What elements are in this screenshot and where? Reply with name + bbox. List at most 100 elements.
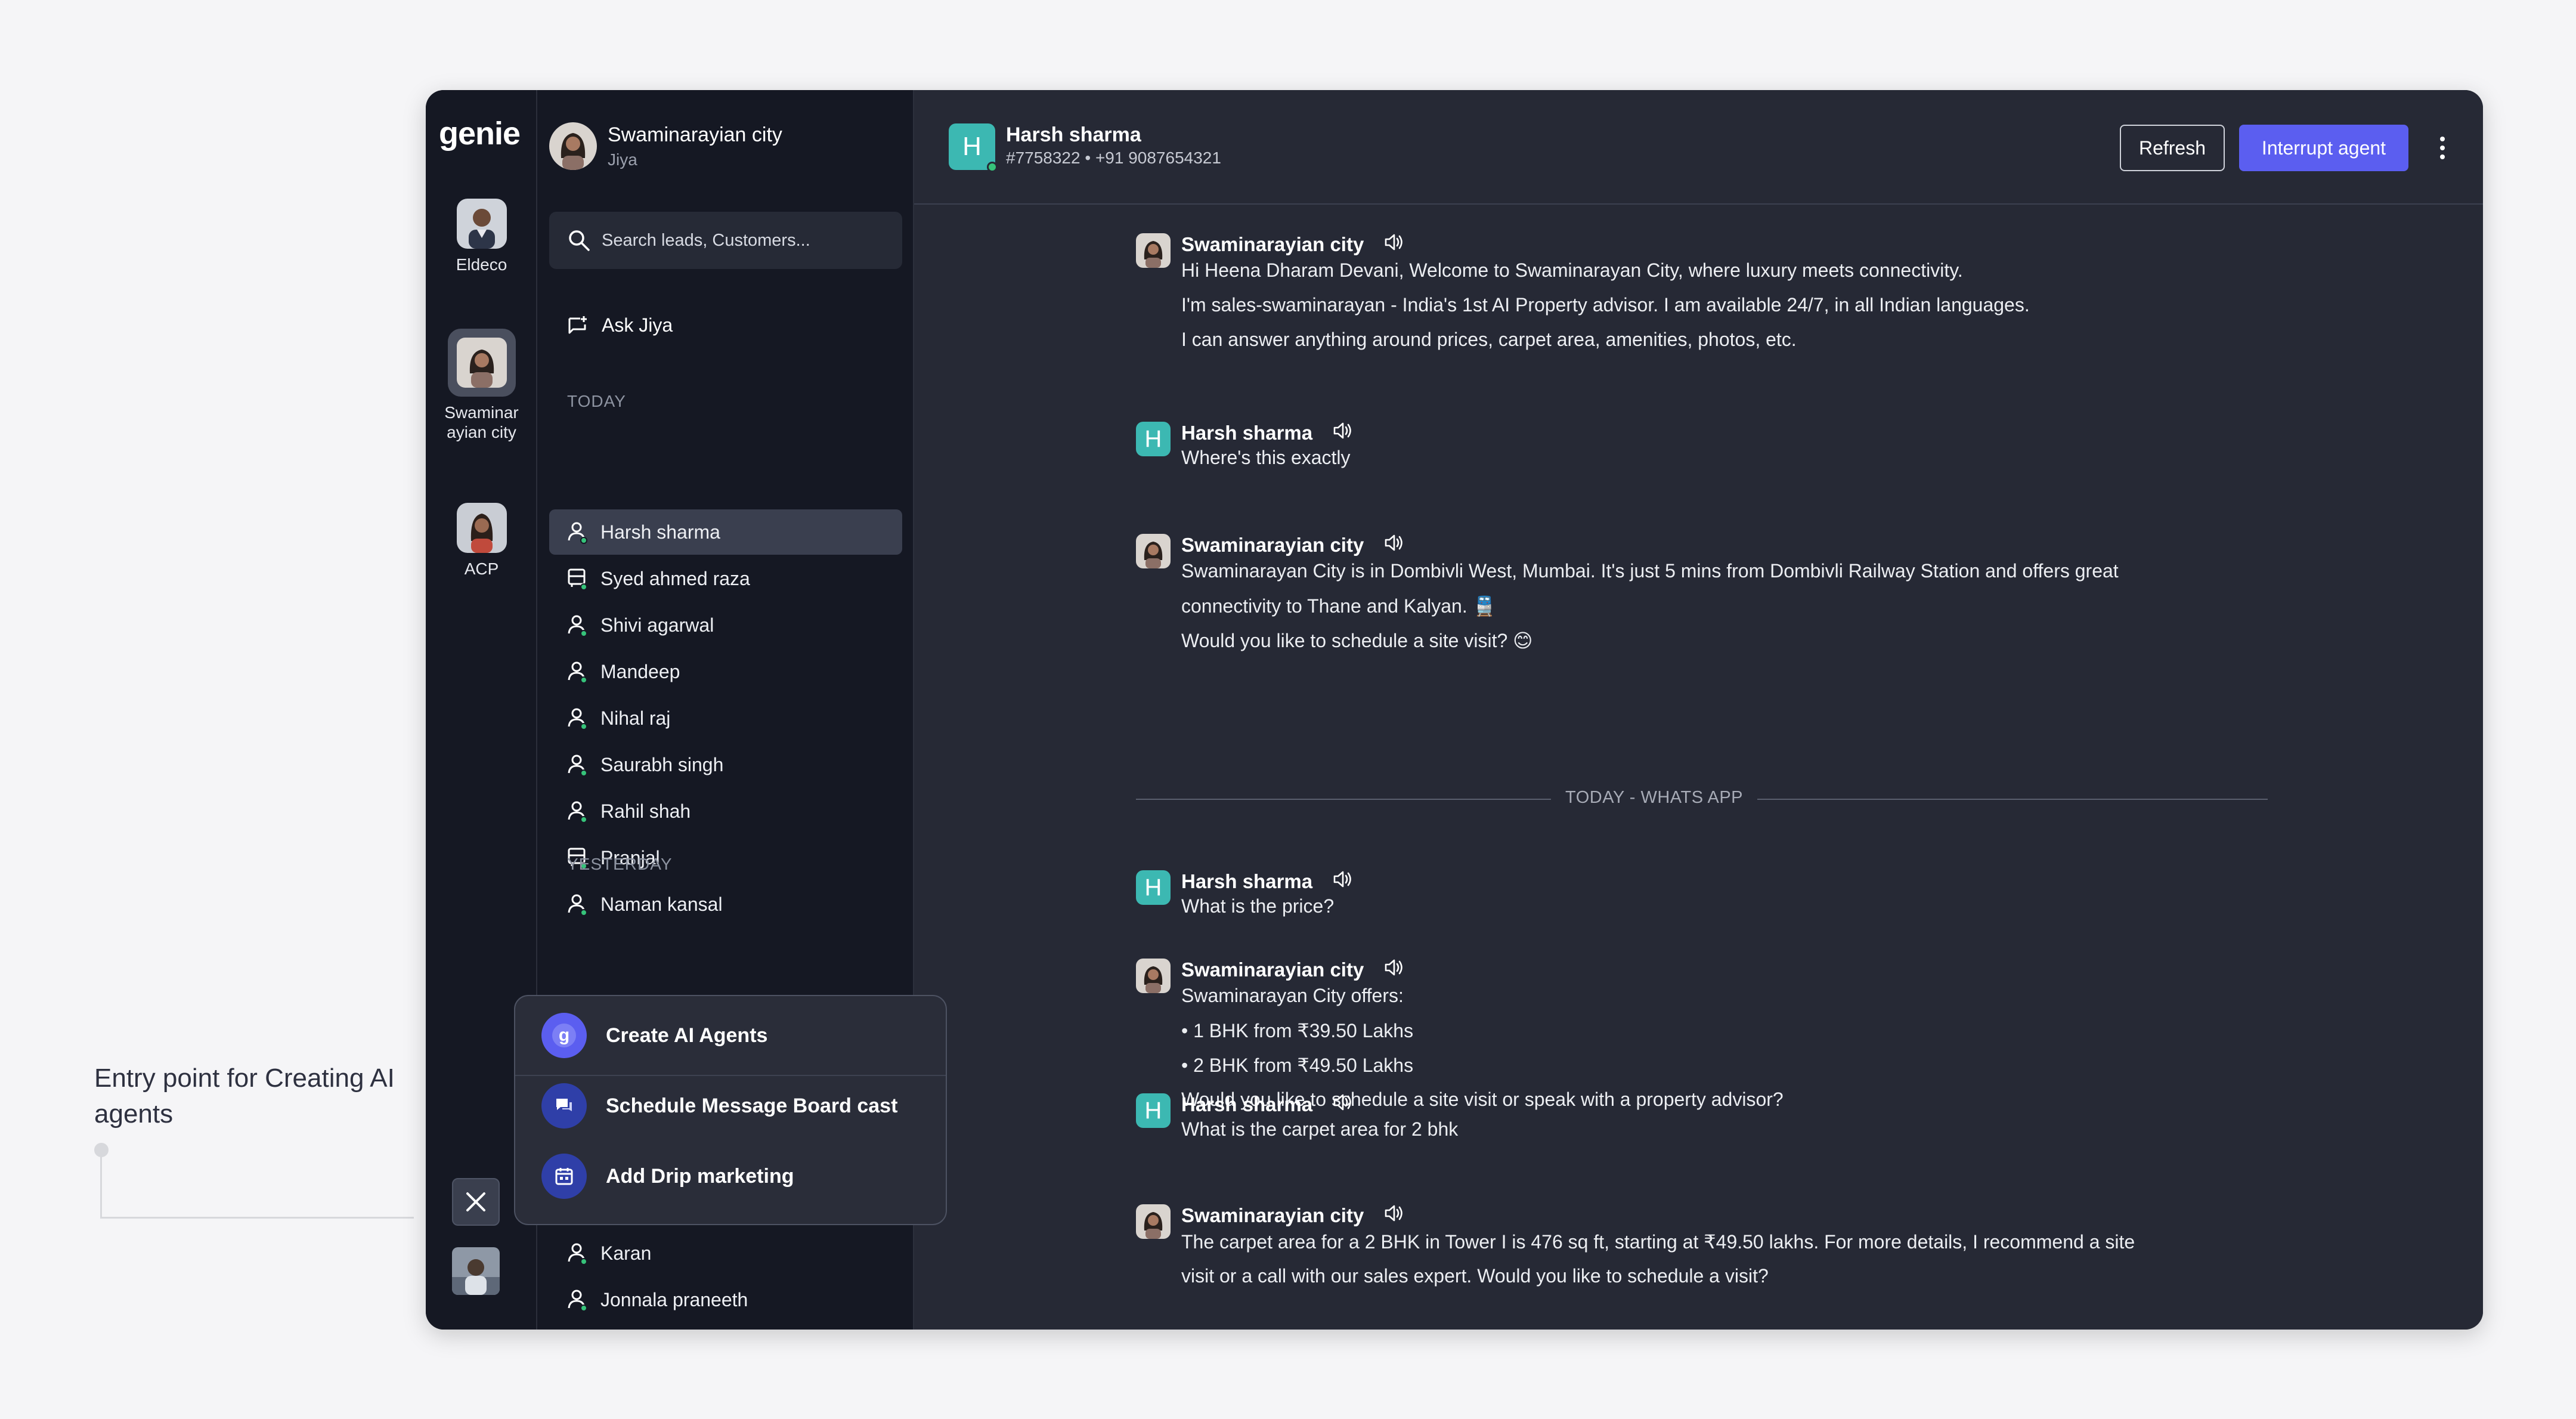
search-icon [569, 230, 590, 251]
lead-name: Shivi agarwal [600, 614, 714, 636]
message-text: Swaminarayan City is in Dombivli West, M… [1181, 560, 2119, 582]
lead-item[interactable]: Naman kansal [549, 882, 902, 927]
chat-panel: H Harsh sharma #7758322 • +91 9087654321… [914, 90, 2483, 1330]
message-text: visit or a call with our sales expert. W… [1181, 1265, 1769, 1287]
avatar [1136, 534, 1171, 568]
rail-agent-swaminarayian[interactable]: Swaminar ayian city [426, 329, 537, 442]
ask-agent-label: Ask Jiya [602, 314, 673, 336]
agent-sub: Jiya [608, 150, 637, 169]
user-icon [567, 800, 587, 823]
menu-divider [515, 1075, 946, 1076]
speaker-icon[interactable] [1373, 1204, 1404, 1227]
user-icon [567, 754, 587, 777]
lead-item[interactable]: Nihal raj [549, 695, 902, 741]
bus-icon [567, 568, 587, 591]
interrupt-agent-button[interactable]: Interrupt agent [2239, 125, 2408, 171]
user-avatar[interactable] [452, 1247, 500, 1295]
online-indicator [987, 162, 998, 172]
contact-meta: #7758322 • +91 9087654321 [1006, 149, 1221, 167]
speaker-icon[interactable] [1322, 870, 1353, 893]
message-text: • 2 BHK from ₹49.50 Lakhs [1181, 1055, 1414, 1076]
menu-item-label: Create AI Agents [606, 1024, 768, 1047]
avatar [1136, 1204, 1171, 1239]
menu-item-label: Add Drip marketing [606, 1164, 794, 1188]
rail-agent-label: ACP [464, 559, 499, 578]
avatar [456, 503, 507, 553]
agent-header[interactable]: Swaminarayian city Jiya [549, 122, 782, 170]
lead-name: Syed ahmed raza [600, 567, 750, 589]
lead-name: Naman kansal [600, 893, 723, 915]
speaker-icon[interactable] [1322, 1093, 1353, 1116]
rail-agent-eldeco[interactable]: Eldeco [426, 199, 537, 274]
message-sender: Swaminarayian city [1181, 534, 1404, 557]
avatar [1136, 959, 1171, 993]
refresh-button[interactable]: Refresh [2120, 125, 2225, 171]
lead-name: Mandeep [600, 660, 680, 682]
schedule-broadcast-item[interactable]: Schedule Message Board cast [541, 1083, 897, 1129]
lead-name: Nihal raj [600, 707, 671, 729]
message-text: Would you like to schedule a site visit?… [1181, 630, 1533, 651]
lead-item[interactable]: Harsh sharma [549, 509, 902, 555]
message-sender: Swaminarayian city [1181, 1204, 1404, 1227]
chat-icon [541, 1083, 587, 1129]
annotation-text: Entry point for Creating AI agents [94, 1064, 395, 1129]
genie-g-icon: g [541, 1013, 587, 1058]
message-sender: Swaminarayian city [1181, 959, 1404, 981]
avatar [447, 329, 516, 397]
message-text: I can answer anything around prices, car… [1181, 329, 1797, 350]
lead-name: Karan [600, 1242, 652, 1264]
message-text: What is the price? [1181, 895, 1335, 917]
message-text: Swaminarayan City offers: [1181, 985, 1404, 1006]
lead-item[interactable]: Saurabh singh [549, 742, 902, 787]
annotation-line [100, 1217, 414, 1219]
speaker-icon[interactable] [1373, 534, 1404, 557]
search-input[interactable] [602, 230, 888, 251]
lead-name: Rahil shah [600, 800, 691, 822]
contact-avatar: H [949, 123, 998, 172]
new-chat-icon [568, 316, 587, 333]
lead-item[interactable]: Rahil shah [549, 789, 902, 834]
search-box[interactable] [549, 212, 902, 269]
create-menu-popup: g Create AI Agents Schedule Message Boar… [514, 995, 947, 1225]
lead-name: Harsh sharma [600, 521, 720, 543]
speaker-icon[interactable] [1373, 959, 1404, 981]
avatar: H [1136, 870, 1171, 905]
message-text: connectivity to Thane and Kalyan. 🚆 [1181, 595, 1497, 617]
message-text: What is the carpet area for 2 bhk [1181, 1118, 1459, 1140]
svg-text:g: g [559, 1025, 569, 1045]
lead-name: Jonnala praneeth [600, 1288, 748, 1310]
avatar [456, 199, 507, 249]
lead-item[interactable]: Syed ahmed raza [549, 556, 902, 601]
user-icon [567, 661, 587, 684]
add-drip-marketing-item[interactable]: Add Drip marketing [541, 1154, 794, 1199]
ask-agent-button[interactable]: Ask Jiya [567, 314, 673, 336]
close-icon [466, 1192, 485, 1211]
message-text: I'm sales-swaminarayan - India's 1st AI … [1181, 294, 2030, 316]
message-text: The carpet area for a 2 BHK in Tower I i… [1181, 1231, 2135, 1253]
speaker-icon[interactable] [1373, 233, 1404, 256]
message-sender: Harsh sharma [1181, 870, 1353, 893]
menu-item-label: Schedule Message Board cast [606, 1094, 898, 1117]
lead-item[interactable]: Karan [549, 1231, 902, 1276]
rail-agent-acp[interactable]: ACP [426, 503, 537, 579]
section-yesterday: YESTERDAY [567, 855, 673, 873]
lead-name: Saurabh singh [600, 753, 724, 775]
contact-name: Harsh sharma [1006, 123, 1141, 146]
speaker-icon[interactable] [1322, 422, 1353, 444]
lead-item[interactable]: Jonnala praneeth [549, 1277, 902, 1322]
avatar [1136, 233, 1171, 268]
avatar: H [1136, 1093, 1171, 1128]
avatar [549, 122, 597, 170]
user-icon [567, 521, 587, 544]
lead-item[interactable]: Shivi agarwal [549, 602, 902, 648]
create-ai-agents-item[interactable]: g Create AI Agents [541, 1013, 767, 1058]
user-icon [567, 707, 587, 730]
agent-name: Swaminarayian city [608, 123, 782, 146]
more-options-icon[interactable] [2433, 133, 2451, 163]
rail-agent-label: Eldeco [456, 255, 507, 274]
user-icon [567, 1289, 587, 1312]
section-today: TODAY [567, 392, 626, 410]
date-divider-label: TODAY - WHATS APP [1551, 788, 1758, 808]
lead-item[interactable]: Mandeep [549, 649, 902, 694]
close-menu-button[interactable] [452, 1178, 500, 1226]
